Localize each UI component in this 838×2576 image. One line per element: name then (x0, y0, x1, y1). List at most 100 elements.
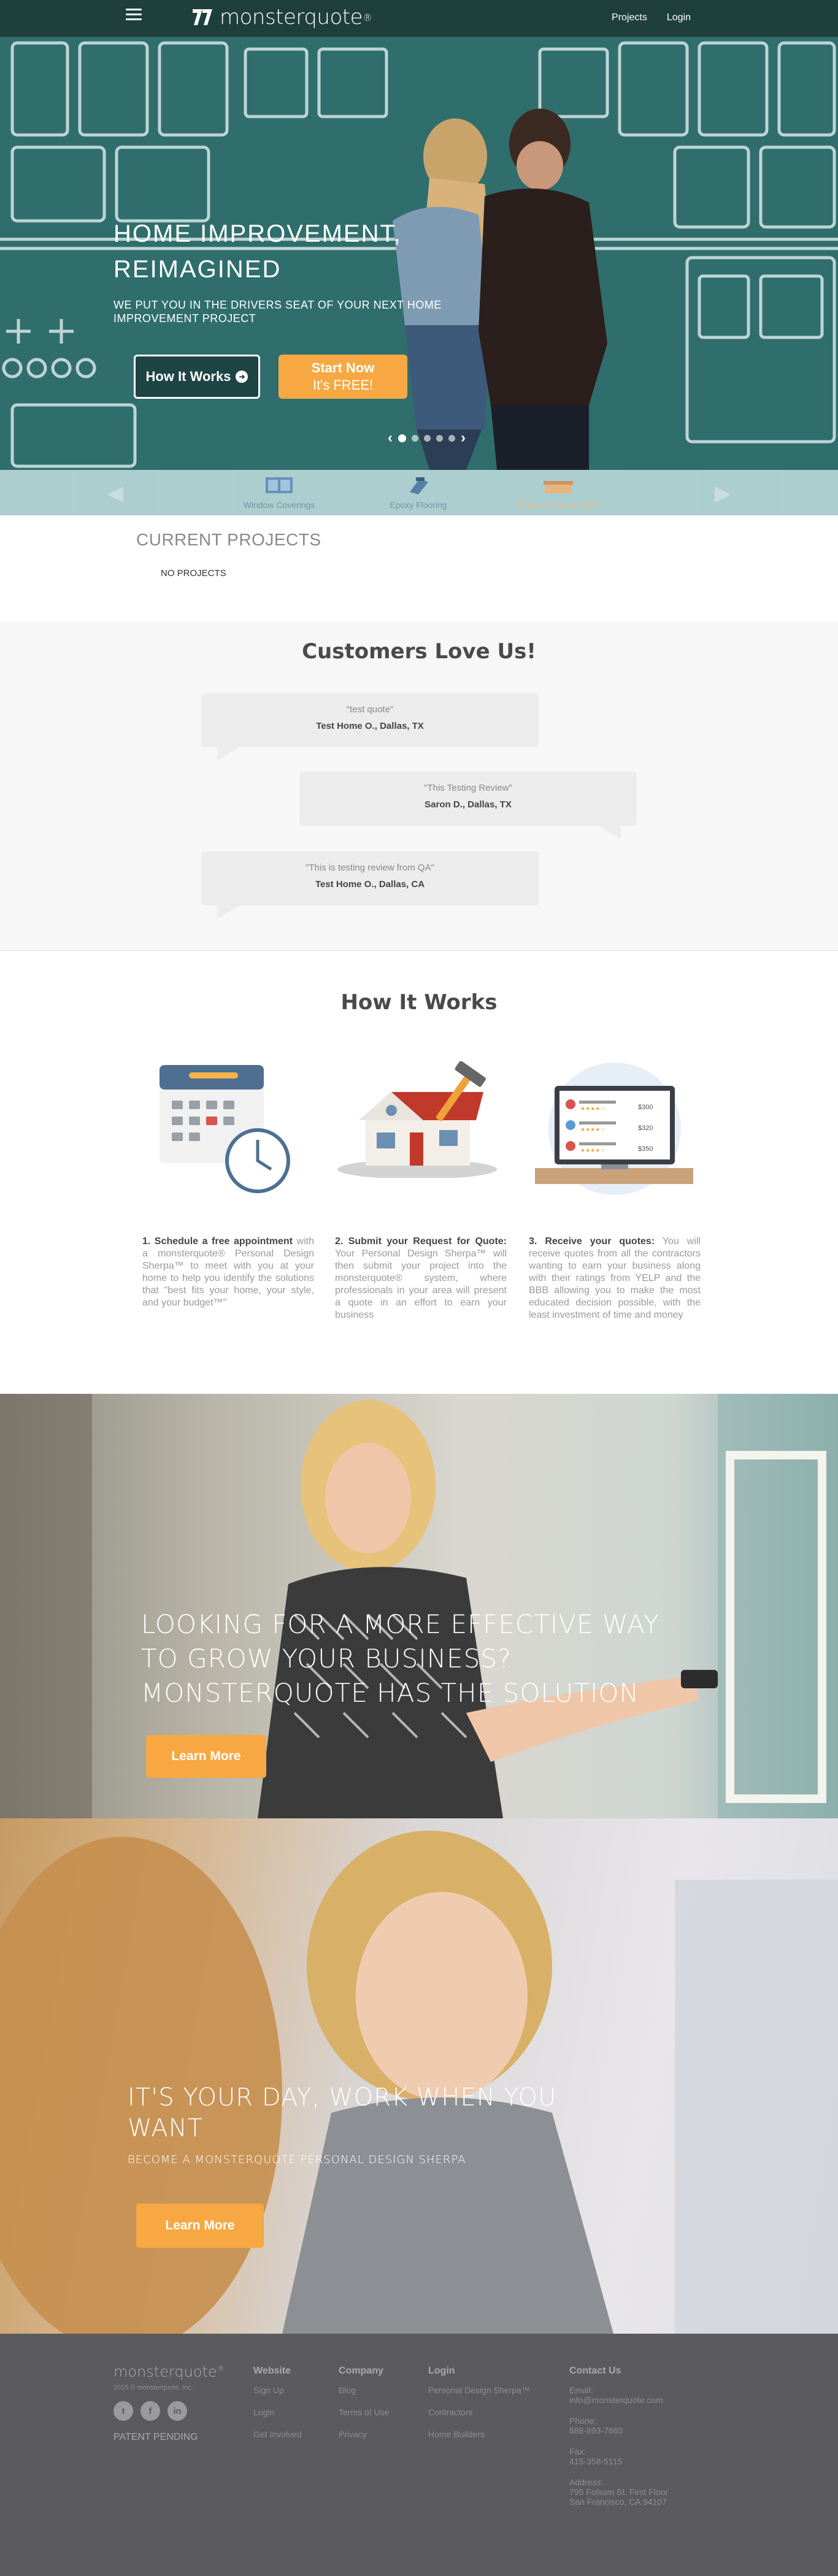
review-card: "This Testing Review" Saron D., Dallas, … (299, 772, 637, 839)
sherpa-promo-subtitle: BECOME A MONSTERQUOTE PERSONAL DESIGN SH… (128, 2153, 466, 2166)
svg-text:★★★★☆: ★★★★☆ (580, 1106, 605, 1112)
step-heading: Submit your Request for Quote: (348, 1236, 507, 1247)
footer-link-privacy[interactable]: Privacy (339, 2429, 389, 2439)
business-promo-title: LOOKING FOR A MORE EFFECTIVE WAY TO GROW… (141, 1609, 660, 1708)
carousel-dot[interactable] (398, 434, 406, 442)
site-footer: monsterquote® 2015 © monsterquote, Inc. … (0, 2334, 838, 2576)
review-author: Test Home O., Dallas, TX (316, 721, 424, 731)
footer-col-title: Website (253, 2366, 291, 2376)
monsterquote-logo-icon (193, 9, 212, 25)
footer-link-terms[interactable]: Terms of Use (339, 2407, 389, 2417)
twitter-icon[interactable]: t (113, 2401, 133, 2421)
hero-title: HOME IMPROVEMENT, REIMAGINED (113, 220, 402, 283)
review-author: Test Home O., Dallas, CA (315, 879, 425, 890)
contact-phone[interactable]: 888-893-7660 (569, 2426, 668, 2436)
how-it-works-step-2: 2. Submit your Request for Quote: Your P… (335, 1236, 507, 1321)
footer-col-contact: Contact Us Email: info@monsterquote.com … (569, 2366, 668, 2507)
step-heading: Schedule a free appointment (154, 1236, 293, 1247)
step-body: with a monsterquote® Personal Design She… (142, 1236, 314, 1308)
contact-address-line1: 795 Folsom St. First Floor (569, 2487, 669, 2497)
category-next-icon[interactable]: ▶ (715, 481, 731, 506)
review-card: "test quote" Test Home O., Dallas, TX (201, 693, 539, 761)
hero-banner: HOME IMPROVEMENT, REIMAGINED WE PUT YOU … (0, 37, 838, 470)
sherpa-promo-section: IT'S YOUR DAY, WORK WHEN YOU WANT BECOME… (0, 1818, 838, 2334)
step-number: 3. (529, 1236, 537, 1247)
menu-icon[interactable] (126, 9, 142, 22)
step-heading: Receive your quotes: (545, 1236, 655, 1247)
current-projects-title: CURRENT PROJECTS (136, 530, 321, 549)
footer-col-title: Company (339, 2366, 383, 2376)
granite-counter-icon (544, 481, 573, 493)
start-now-label: Start Now (311, 360, 375, 375)
footer-col-company: Company Blog Terms of Use Privacy (339, 2366, 389, 2451)
brand-registered: ® (363, 11, 372, 23)
carousel-prev-icon[interactable]: ‹ (388, 429, 393, 447)
category-prev-icon[interactable]: ◀ (107, 481, 123, 506)
quote-price: $320 (638, 1125, 653, 1132)
sherpa-learn-more-button[interactable]: Learn More (136, 2204, 264, 2248)
start-now-free-label: It's FREE! (312, 377, 374, 393)
how-it-works-button[interactable]: How It Works ➜ (134, 355, 260, 399)
house-hammer-icon (337, 1061, 497, 1178)
category-epoxy-flooring[interactable]: Epoxy Flooring (363, 476, 474, 510)
how-it-works-label: How It Works (145, 369, 231, 384)
contact-address-line2: San Francisco, CA 94107 (569, 2497, 667, 2507)
hero-carousel-controls: ‹ › (388, 429, 466, 447)
footer-link-home-builders[interactable]: Home Builders (428, 2429, 530, 2439)
top-navbar: monsterquote ® Projects Login (0, 0, 838, 37)
step-body: Your Personal Design Sherpa™ will then s… (335, 1248, 507, 1320)
sherpa-promo-title: IT'S YOUR DAY, WORK WHEN YOU WANT (128, 2083, 557, 2142)
how-it-works-step-3: 3. Receive your quotes: You will receive… (529, 1236, 701, 1321)
calendar-clock-icon (160, 1065, 290, 1193)
footer-col-website: Website Sign Up Login Get Involved (253, 2366, 302, 2451)
carousel-dot[interactable] (448, 434, 455, 442)
footer-brand-logo[interactable]: monsterquote® (113, 2363, 225, 2380)
svg-text:★★★★☆: ★★★★☆ (580, 1127, 605, 1133)
contact-email[interactable]: info@monsterquote.com (569, 2395, 668, 2405)
review-quote: "test quote" (346, 704, 394, 715)
review-card: "This is testing review from QA" Test Ho… (201, 852, 539, 919)
brand-name: monsterquote (220, 5, 363, 29)
brand-logo[interactable]: monsterquote ® (190, 5, 372, 29)
step-number: 2. (335, 1236, 344, 1247)
nav-link-projects[interactable]: Projects (612, 12, 647, 23)
carousel-dot[interactable] (412, 434, 418, 442)
step-number: 1. (142, 1236, 151, 1247)
footer-copyright: 2015 © monsterquote, Inc. (113, 2384, 193, 2391)
footer-col-login: Login Personal Design Sherpa™ Contractor… (428, 2366, 530, 2451)
business-promo-photo (0, 1394, 838, 1818)
carousel-next-icon[interactable]: › (461, 429, 466, 447)
how-it-works-step-1: 1. Schedule a free appointment with a mo… (142, 1236, 314, 1309)
contact-fax: 415-358-5115 (569, 2456, 623, 2466)
category-granite-counter-tops[interactable]: Granite Counter Tops (503, 476, 613, 510)
business-promo-section: LOOKING FOR A MORE EFFECTIVE WAY TO GROW… (0, 1394, 838, 1818)
category-window-coverings[interactable]: Window Coverings (224, 476, 334, 510)
no-projects-text: NO PROJECTS (161, 568, 226, 579)
reviews-title: Customers Love Us! (302, 639, 536, 664)
carousel-dot[interactable] (424, 434, 431, 442)
linkedin-icon[interactable]: in (167, 2401, 187, 2421)
sherpa-promo-photo (0, 1831, 838, 2334)
hero-subtitle: WE PUT YOU IN THE DRIVERS SEAT OF YOUR N… (113, 299, 442, 325)
footer-patent: PATENT PENDING (113, 2432, 198, 2442)
quote-price: $350 (638, 1145, 653, 1153)
step-body: You will receive quotes from all the con… (529, 1236, 701, 1320)
epoxy-flooring-icon (410, 477, 428, 494)
footer-link-blog[interactable]: Blog (339, 2385, 389, 2395)
how-it-works-title: How It Works (340, 990, 498, 1015)
footer-link-sherpa[interactable]: Personal Design Sherpa™ (428, 2385, 530, 2395)
quote-price: $300 (638, 1104, 653, 1111)
business-learn-more-button[interactable]: Learn More (146, 1735, 266, 1778)
carousel-dot[interactable] (436, 434, 443, 442)
footer-link-contractors[interactable]: Contractors (428, 2407, 530, 2417)
contact-fax-label: Fax: (569, 2447, 586, 2456)
facebook-icon[interactable]: f (140, 2401, 160, 2421)
contact-email-label: Email: (569, 2385, 593, 2395)
start-now-button[interactable]: Start Now It's FREE! (279, 355, 407, 399)
footer-link-get-involved[interactable]: Get Involved (253, 2429, 302, 2439)
footer-link-login[interactable]: Login (253, 2407, 302, 2417)
footer-brand-registered: ® (217, 2364, 225, 2373)
footer-link-sign-up[interactable]: Sign Up (253, 2385, 302, 2395)
nav-link-login[interactable]: Login (667, 12, 691, 23)
category-label: Epoxy Flooring (390, 500, 447, 510)
